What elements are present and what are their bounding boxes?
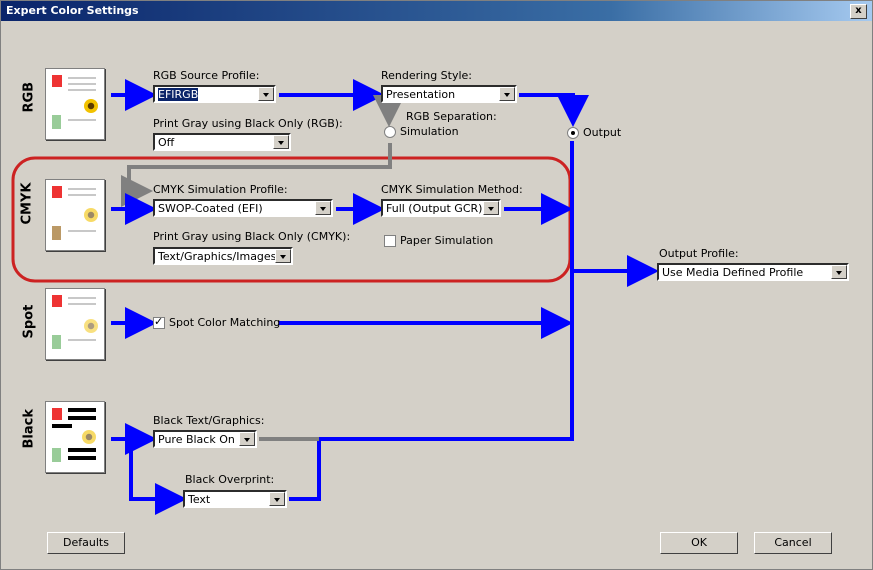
chevron-down-icon[interactable] — [275, 249, 291, 263]
row-label-cmyk: CMYK — [19, 182, 35, 225]
rgb-source-profile-value: EFIRGB — [158, 88, 199, 101]
chevron-down-icon[interactable] — [499, 87, 515, 101]
spot-color-matching-label: Spot Color Matching — [169, 316, 281, 329]
black-text-graphics-select[interactable]: Pure Black On — [153, 430, 257, 448]
rendering-style-select[interactable]: Presentation — [381, 85, 517, 103]
black-page-thumbnail — [45, 401, 105, 473]
rendering-style-label: Rendering Style: — [381, 69, 473, 82]
chevron-down-icon[interactable] — [239, 432, 255, 446]
rgb-gray-black-label: Print Gray using Black Only (RGB): — [153, 117, 343, 130]
chevron-down-icon[interactable] — [315, 201, 331, 215]
rgb-gray-black-select[interactable]: Off — [153, 133, 291, 151]
chevron-down-icon[interactable] — [269, 492, 285, 506]
output-profile-value: Use Media Defined Profile — [662, 266, 804, 279]
chevron-down-icon[interactable] — [831, 265, 847, 279]
chevron-down-icon[interactable] — [273, 135, 289, 149]
black-overprint-value: Text — [188, 493, 211, 506]
rgb-separation-label: RGB Separation: — [406, 110, 497, 123]
cancel-button[interactable]: Cancel — [754, 532, 832, 554]
cmyk-method-value: Full (Output GCR) — [386, 202, 483, 215]
black-text-graphics-label: Black Text/Graphics: — [153, 414, 265, 427]
rgb-gray-black-value: Off — [158, 136, 175, 149]
cmyk-gray-black-select[interactable]: Text/Graphics/Images — [153, 247, 293, 265]
chevron-down-icon[interactable] — [258, 87, 274, 101]
spot-page-thumbnail — [45, 288, 105, 360]
simulation-radio[interactable] — [384, 126, 396, 138]
expert-color-settings-dialog: Expert Color Settings x RGB CMYK Spot Bl… — [0, 0, 873, 570]
cmyk-method-select[interactable]: Full (Output GCR) — [381, 199, 501, 217]
cmyk-profile-value: SWOP-Coated (EFI) — [158, 202, 263, 215]
black-text-graphics-value: Pure Black On — [158, 433, 235, 446]
black-overprint-select[interactable]: Text — [183, 490, 287, 508]
rgb-page-thumbnail — [45, 68, 105, 140]
cmyk-gray-black-label: Print Gray using Black Only (CMYK): — [153, 230, 351, 243]
ok-button[interactable]: OK — [660, 532, 738, 554]
output-label: Output — [583, 126, 622, 139]
row-label-rgb: RGB — [21, 81, 37, 113]
simulation-label: Simulation — [400, 125, 459, 138]
output-profile-select[interactable]: Use Media Defined Profile — [657, 263, 849, 281]
cmyk-profile-label: CMYK Simulation Profile: — [153, 183, 288, 196]
rendering-style-value: Presentation — [386, 88, 456, 101]
defaults-button[interactable]: Defaults — [47, 532, 125, 554]
row-label-spot: Spot — [21, 304, 37, 339]
rgb-source-profile-label: RGB Source Profile: — [153, 69, 260, 82]
cmyk-method-label: CMYK Simulation Method: — [381, 183, 523, 196]
checkmark-icon: ✓ — [154, 315, 164, 328]
rgb-source-profile-select[interactable]: EFIRGB — [153, 85, 276, 103]
paper-simulation-checkbox[interactable] — [384, 235, 396, 247]
paper-simulation-label: Paper Simulation — [400, 234, 494, 247]
chevron-down-icon[interactable] — [483, 201, 499, 215]
cmyk-page-thumbnail — [45, 179, 105, 251]
black-overprint-label: Black Overprint: — [185, 473, 275, 486]
output-radio[interactable] — [567, 127, 579, 139]
row-label-black: Black — [21, 409, 37, 449]
cmyk-gray-black-value: Text/Graphics/Images — [158, 250, 277, 263]
cmyk-profile-select[interactable]: SWOP-Coated (EFI) — [153, 199, 333, 217]
spot-color-matching-checkbox[interactable]: ✓ — [153, 315, 165, 329]
output-profile-label: Output Profile: — [659, 247, 739, 260]
